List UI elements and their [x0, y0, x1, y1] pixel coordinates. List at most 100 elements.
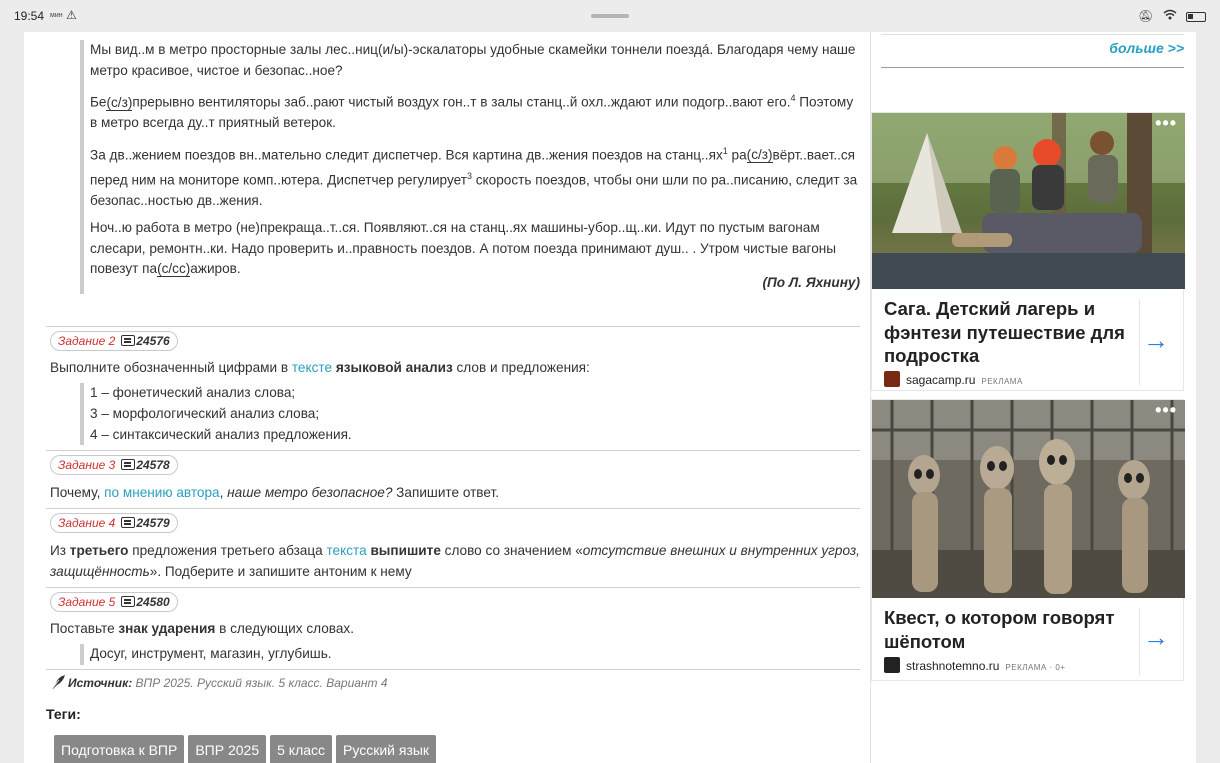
ad-title[interactable]: Сага. Детский лагерь и фэнтези путешеств…	[884, 297, 1134, 368]
sidebar: больше >> ••• Сага. Детский лагерь и фэн…	[871, 32, 1196, 763]
text-link[interactable]: тексте	[292, 360, 332, 375]
tag[interactable]: ВПР 2025	[188, 735, 267, 763]
ad-card[interactable]: ••• Квест, о котором говорят шёпотом → s…	[871, 399, 1185, 681]
divider	[881, 34, 1184, 35]
p3-part: ра	[727, 147, 747, 163]
ad-menu-icon[interactable]: •••	[1155, 400, 1177, 421]
tag[interactable]: 5 класс	[270, 735, 333, 763]
task-3-text: Почему, по мнению автора, наше метро без…	[50, 483, 860, 504]
source: Источник: ВПР 2025. Русский язык. 5 клас…	[50, 674, 388, 690]
reading-text: Мы вид..м в метро просторные залы лес..н…	[80, 40, 860, 294]
ad-mark: РЕКЛАМА	[981, 377, 1023, 386]
words-list: Досуг, инструмент, магазин, углубишь.	[80, 644, 860, 665]
text-bold: третьего	[69, 543, 129, 558]
text-part: Поставьте	[50, 621, 119, 636]
text-part: Почему,	[50, 485, 105, 500]
text-part: Запишите ответ.	[392, 485, 499, 500]
paragraph-1: Мы вид..м в метро просторные залы лес..н…	[90, 42, 856, 78]
text-part: предложения третьего абзаца	[128, 543, 327, 558]
text-part: ». Подберите и запишите антоним к нему	[149, 563, 412, 579]
task-number: 24578	[136, 458, 170, 472]
source-value: ВПР 2025. Русский язык. 5 класс. Вариант…	[132, 676, 388, 690]
page: Мы вид..м в метро просторные залы лес..н…	[24, 32, 1196, 763]
author: (По Л. Яхнину)	[762, 275, 860, 290]
ad-domain: strashnotemno.ru	[906, 659, 1000, 673]
ad-domain: sagacamp.ru	[906, 373, 976, 387]
tags: Подготовка к ВПР ВПР 2025 5 класс Русский я…	[54, 735, 440, 763]
divider	[46, 587, 860, 588]
paragraph-3: За дв..жением поездов вн..мательно следи…	[90, 141, 860, 212]
task-label: Задание 4	[58, 516, 116, 530]
divider	[46, 326, 860, 327]
text-part: в следующих словах.	[215, 621, 354, 636]
comment-icon	[121, 517, 136, 528]
task-label: Задание 3	[58, 458, 116, 472]
task-number: 24580	[136, 595, 170, 609]
tag[interactable]: Подготовка к ВПР	[54, 735, 185, 763]
task-number: 24579	[136, 516, 170, 530]
ad-domain-row: sagacamp.ru РЕКЛАМА	[884, 371, 1023, 387]
comment-icon	[121, 335, 136, 346]
ad-image: •••	[872, 113, 1185, 289]
clock: 19:54	[14, 9, 45, 23]
p4-part: ажиров.	[190, 261, 241, 277]
tags-title: Теги:	[46, 706, 81, 722]
text-bold: выпишите	[370, 543, 441, 558]
list-item: 3 – морфологический анализ слова;	[90, 405, 320, 421]
task-2-text: Выполните обозначенный цифрами в тексте …	[50, 358, 860, 379]
analysis-list: 1 – фонетический анализ слова; 3 – морфо…	[80, 383, 860, 446]
divider	[46, 450, 860, 451]
task-badge[interactable]: Задание 5 24580	[50, 592, 178, 612]
arrow-right-icon[interactable]: →	[1143, 325, 1169, 356]
p4-underlined: (с/сс)	[157, 261, 191, 278]
task-badge[interactable]: Задание 2 24576	[50, 331, 178, 351]
divider	[46, 508, 860, 509]
text-link[interactable]: текста	[326, 543, 366, 558]
task-label: Задание 5	[58, 595, 116, 609]
status-icons: 🔕︎	[1132, 9, 1206, 23]
task-number: 24576	[136, 334, 170, 348]
wifi-icon	[1163, 9, 1180, 23]
more-link[interactable]: больше >>	[1109, 40, 1184, 56]
p2-underlined: (с/з)	[106, 94, 133, 111]
arrow-right-icon[interactable]: →	[1143, 622, 1169, 653]
task-5-text: Поставьте знак ударения в следующих слов…	[50, 619, 860, 640]
drag-handle[interactable]	[591, 14, 629, 18]
p2-part: Бе	[90, 94, 107, 110]
ad-separator	[1139, 299, 1140, 385]
list-item: 4 – синтаксический анализ предложения.	[90, 426, 352, 442]
ad-card[interactable]: ••• Сага. Детский лагерь и фэнтези путеш…	[871, 112, 1185, 391]
list-item: 1 – фонетический анализ слова;	[90, 385, 296, 400]
task-badge[interactable]: Задание 4 24579	[50, 513, 178, 533]
ad-menu-icon[interactable]: •••	[1155, 113, 1177, 134]
source-label: Источник:	[68, 676, 133, 690]
text-bold: знак ударения	[118, 621, 216, 636]
text-part: слово со значением «	[440, 543, 583, 558]
paragraph-4: Ноч..ю работа в метро (не)прекраща..т..с…	[90, 218, 860, 280]
text-part: слов и предложения:	[452, 360, 590, 375]
ad-separator	[1139, 608, 1140, 676]
main-content: Мы вид..м в метро просторные залы лес..н…	[24, 32, 870, 763]
favicon-icon	[884, 371, 900, 387]
divider	[46, 669, 860, 670]
text-link[interactable]: по мнению автора	[104, 485, 219, 500]
task-badge[interactable]: Задание 3 24578	[50, 455, 178, 475]
battery-icon	[1186, 11, 1206, 22]
task-label: Задание 2	[58, 334, 116, 348]
paragraph-2: Бе(с/з)прерывно вентиляторы заб..рают чи…	[90, 88, 860, 134]
text-part: Выполните обозначенный цифрами в	[50, 360, 292, 375]
warning-triangle-icon: ⚠	[66, 8, 77, 22]
task-4-text: Из третьего предложения третьего абзаца …	[50, 541, 860, 582]
text-italic: наше метро безопасное?	[227, 485, 393, 500]
favicon-icon	[884, 657, 900, 673]
p3-underlined: (с/з)	[746, 147, 773, 164]
comment-icon	[121, 459, 136, 470]
tag[interactable]: Русский язык	[336, 735, 437, 763]
comment-icon	[121, 596, 136, 607]
ad-domain-row: strashnotemno.ru РЕКЛАМА · 0+	[884, 657, 1066, 673]
ad-title[interactable]: Квест, о котором говорят шёпотом	[884, 606, 1134, 653]
status-mini-label: мин	[50, 12, 63, 19]
p3-part: За дв..жением поездов вн..мательно следи…	[90, 147, 723, 163]
feather-icon	[50, 674, 66, 690]
bell-muted-icon: 🔕︎	[1138, 9, 1154, 23]
